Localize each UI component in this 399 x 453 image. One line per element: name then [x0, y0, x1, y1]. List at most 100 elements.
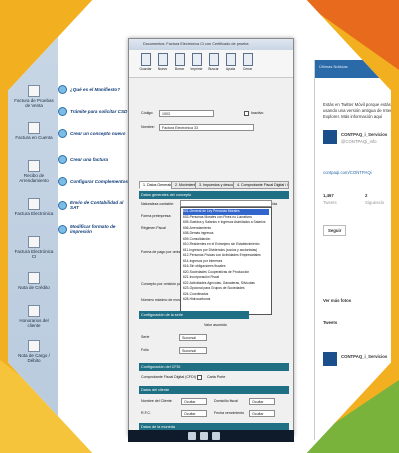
info-bubble-icon: [58, 154, 67, 164]
menu-item-manifiesto[interactable]: ¿Qué es el Manifiesto?: [58, 82, 130, 96]
menu-item-complementos[interactable]: Configurar Complementos: [58, 174, 130, 188]
valor-asumido-label: Valor asumido: [204, 323, 227, 327]
menu-item-label: Trámite para solicitar CSD: [70, 108, 128, 114]
account-name[interactable]: CONTPAQ_i_Servicios: [341, 132, 387, 137]
document-icon: [28, 236, 40, 248]
desktop-icon-2[interactable]: Factura en Cuenta: [14, 122, 54, 140]
document-icon: [28, 122, 40, 134]
delete-icon: [174, 53, 185, 66]
folio-field[interactable]: Sucursal: [179, 347, 207, 354]
concepto-omision-label: Concepto por omisión para:: [141, 282, 186, 286]
more-photos-link[interactable]: Ver más fotos: [323, 298, 351, 303]
desktop-icon-8[interactable]: Nota de Cargo / Débito: [14, 340, 54, 363]
fecha-vencimiento-select[interactable]: Ocultar: [249, 410, 275, 417]
stat-following-label: Siguiendo: [365, 200, 385, 205]
toolbar: Guardar Nuevo Borrar Imprimir Buscar Ayu…: [129, 50, 293, 78]
toolbar-label: Nuevo: [157, 67, 168, 71]
stat-tweets-label: Tweets: [323, 200, 337, 205]
document-icon: [28, 85, 40, 97]
regimen-option[interactable]: 612-Personas Físicas con Actividades Emp…: [183, 253, 269, 259]
print-button[interactable]: Imprimir: [190, 53, 203, 74]
delete-button[interactable]: Borrar: [173, 53, 186, 74]
comprobante-label: Comprobante Fiscal Digital (CFDI): [141, 375, 196, 379]
stat-following-count: 2: [365, 193, 368, 198]
twitter-notice: Estás en Twitter Móvil porque estás usan…: [323, 102, 398, 119]
tab-cfdi[interactable]: 4. Comprobante Fiscal Digital / CFDI: [233, 181, 289, 189]
toolbar-label: Imprimir: [190, 67, 203, 71]
desktop-icon-label: Factura de Pruebas de Venta: [14, 98, 54, 108]
save-button[interactable]: Guardar: [139, 53, 152, 74]
desktop-icon-7[interactable]: Honorarios del cliente: [14, 305, 54, 328]
nombre-cliente-select[interactable]: Ocultar: [181, 398, 207, 405]
document-icon: [28, 272, 40, 284]
stat-tweets-count: 1,467: [323, 193, 334, 198]
taskbar-icon[interactable]: [200, 432, 208, 440]
tweet-avatar: [323, 352, 337, 366]
account-url[interactable]: contpaqi.com/CONTPAQi: [323, 170, 372, 175]
carta-porte-label: Carta Porte: [207, 375, 226, 379]
menu-item-formato[interactable]: Modificar formato de impresión: [58, 222, 130, 236]
close-button[interactable]: Cerrar: [241, 53, 254, 74]
regimen-option[interactable]: 628-Hidrocarburos: [183, 297, 269, 303]
desktop-icon-label: Factura Electrónica: [14, 211, 54, 216]
rfc-label: R.F.C.: [141, 411, 151, 415]
menu-item-factura[interactable]: Crear una factura: [58, 152, 130, 166]
desktop-icon-5[interactable]: Factura Electrónica CI: [14, 236, 54, 259]
toolbar-label: Buscar: [208, 67, 219, 71]
stage: Factura de Pruebas de Venta Factura en C…: [0, 0, 399, 453]
menu-item-concepto[interactable]: Crear un concepto nuevo: [58, 126, 130, 140]
menu-item-label: Crear un concepto nuevo: [70, 130, 126, 136]
hexagon-frame: Factura de Pruebas de Venta Factura en C…: [8, 0, 391, 453]
follow-button[interactable]: Seguir: [323, 225, 347, 236]
desktop-icon-label: Nota de Crédito: [18, 285, 50, 290]
codigo-field[interactable]: 1003: [159, 110, 214, 117]
close-icon: [242, 53, 253, 66]
desktop-icon-3[interactable]: Recibo de Arrendamiento: [14, 160, 54, 183]
account-logo: [323, 130, 337, 144]
help-button[interactable]: Ayuda: [224, 53, 237, 74]
desktop-icon-label: Nota de Cargo / Débito: [18, 353, 50, 363]
document-icon: [28, 305, 40, 317]
menu-item-csd[interactable]: Trámite para solicitar CSD: [58, 104, 130, 118]
desktop-icon-6[interactable]: Nota de Crédito: [14, 272, 54, 290]
document-icon: [28, 340, 40, 352]
tweet-account[interactable]: CONTPAQ_i_Servicios: [341, 354, 387, 359]
regimen-select[interactable]: [180, 200, 272, 207]
regimen-label: Régimen Fiscal: [141, 226, 166, 230]
document-window: Documentos: Factura Electrónica CI con C…: [128, 38, 294, 436]
menu-item-label: ¿Qué es el Manifiesto?: [70, 86, 121, 92]
tweets-heading: Tweets: [323, 320, 338, 325]
regimen-option[interactable]: 610-Residentes en el Extranjero sin Esta…: [183, 242, 269, 248]
regimen-dropdown-list[interactable]: 601-General de Ley Personas Morales 603-P…: [180, 207, 272, 315]
desktop-icon-label: Factura en Cuenta: [15, 135, 53, 140]
domicilio-select[interactable]: Ocultar: [249, 398, 275, 405]
inactivo-checkbox[interactable]: [244, 111, 249, 116]
menu-item-sat[interactable]: Envío de Contabilidad al SAT: [58, 198, 130, 212]
info-bubble-icon: [58, 200, 67, 210]
regimen-option[interactable]: 605-Sueldos y Salarios e Ingresos Asimil…: [183, 220, 269, 226]
account-handle: @CONTPAQi_info: [341, 139, 377, 144]
taskbar-icon[interactable]: [212, 432, 220, 440]
section-datos-generales: Datos generales del concepto: [139, 191, 289, 199]
info-bubble-icon: [58, 84, 67, 94]
desktop-icon-1[interactable]: Factura de Pruebas de Venta: [14, 85, 54, 108]
search-button[interactable]: Buscar: [207, 53, 220, 74]
document-icon: [28, 160, 40, 172]
taskbar-icon[interactable]: [188, 432, 196, 440]
folio-label: Folio: [141, 348, 149, 352]
nombre-label: Nombre:: [141, 125, 155, 129]
help-icon: [225, 53, 236, 66]
new-button[interactable]: Nuevo: [156, 53, 169, 74]
section-cliente: Datos del cliente: [139, 386, 289, 394]
domicilio-label: Domicilio fiscal: [214, 399, 238, 403]
info-bubble-icon: [58, 176, 67, 186]
desktop-icon-4[interactable]: Factura Electrónica: [14, 198, 54, 216]
nombre-field[interactable]: Factura Electrónica 33: [159, 124, 254, 131]
window-title: Documentos: Factura Electrónica CI con C…: [129, 39, 293, 50]
forma-preimpresa-label: Forma preimpresa:: [141, 214, 172, 218]
serie-field[interactable]: Sucursal: [179, 334, 207, 341]
rfc-select[interactable]: Ocultar: [181, 410, 207, 417]
comprobante-checkbox[interactable]: [197, 375, 202, 380]
info-bubble-icon: [58, 128, 67, 138]
desktop-icon-label: Recibo de Arrendamiento: [19, 173, 49, 183]
